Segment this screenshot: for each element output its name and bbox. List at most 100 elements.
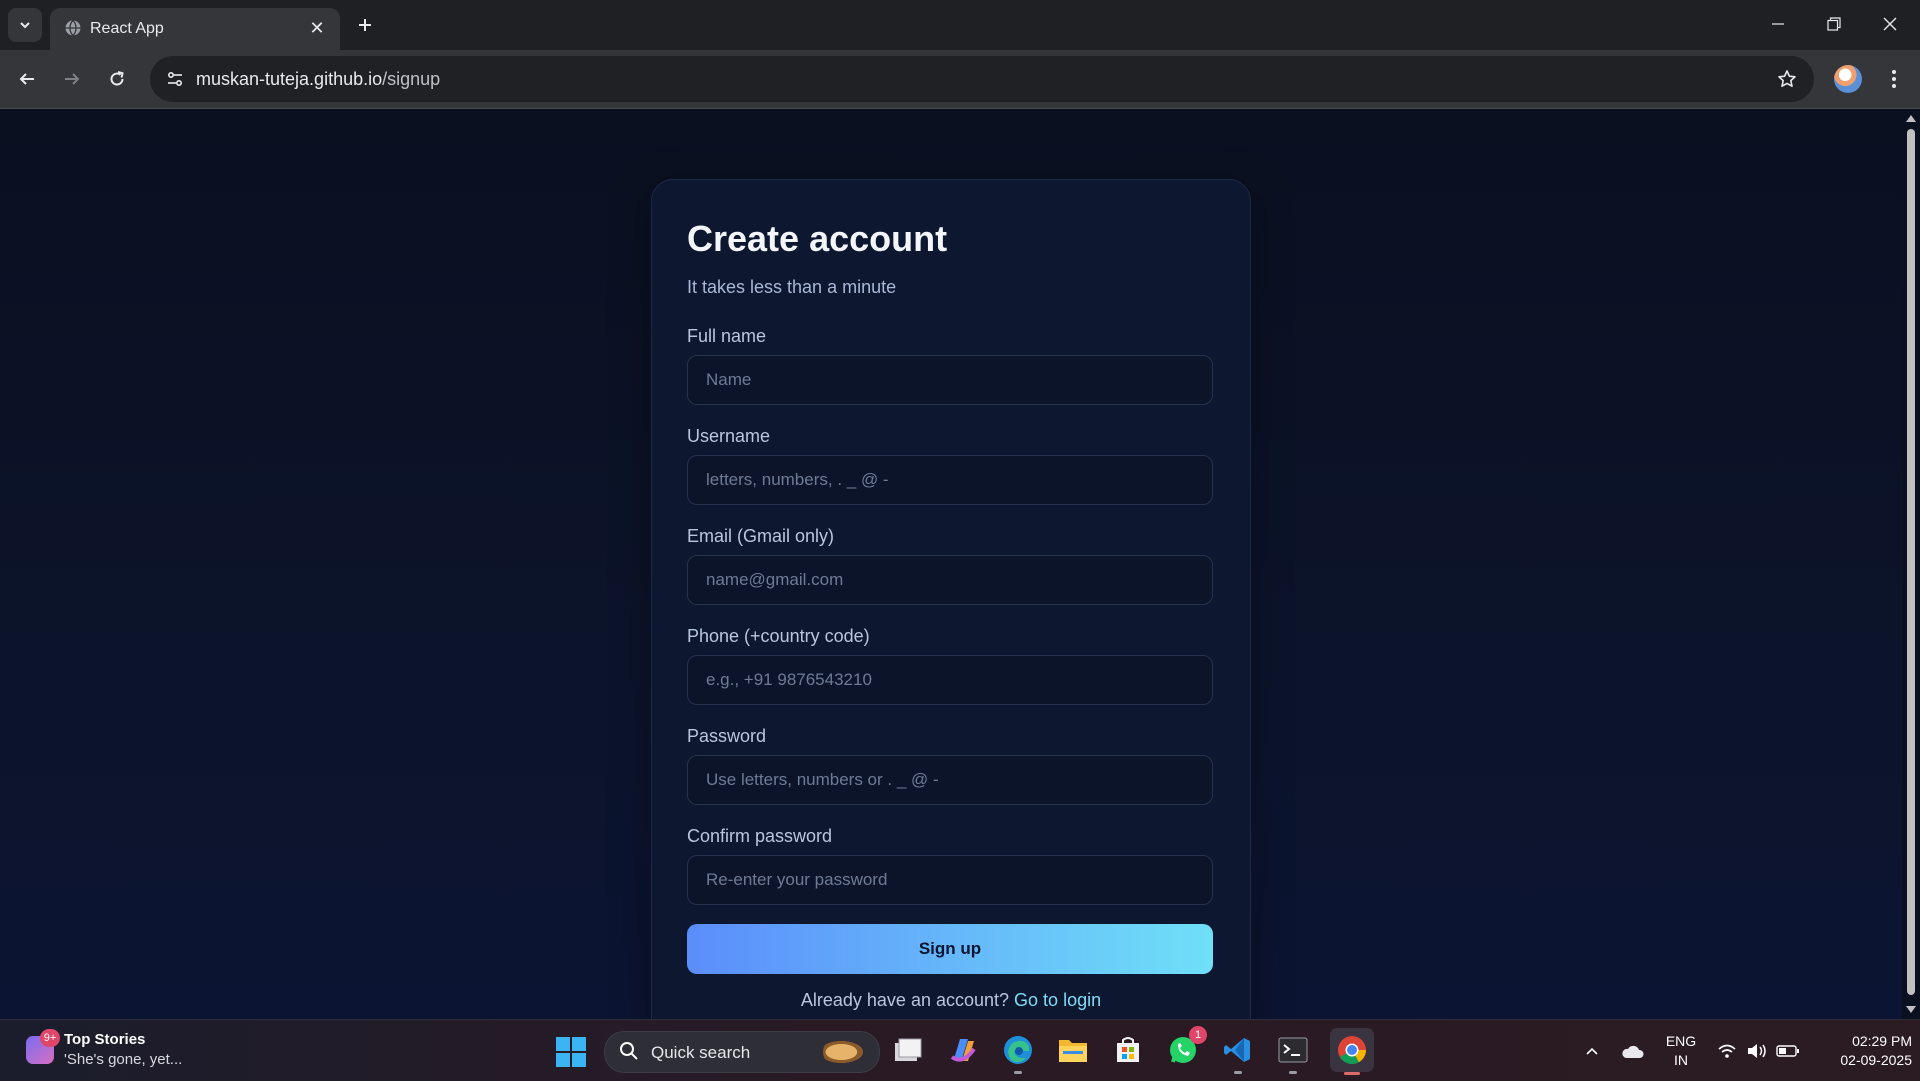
browser-toolbar: muskan-tuteja.github.io/signup (0, 50, 1920, 109)
page-scrollbar[interactable] (1902, 109, 1920, 1019)
running-indicator (1014, 1071, 1022, 1074)
wifi-icon (1718, 1044, 1736, 1058)
copilot-app[interactable] (945, 1032, 981, 1068)
arrow-right-icon (65, 73, 80, 85)
task-view-button[interactable] (890, 1032, 926, 1068)
signup-card: Create account It takes less than a minu… (651, 179, 1251, 1019)
volume-button[interactable] (1744, 1020, 1770, 1081)
back-button[interactable] (10, 62, 44, 96)
more-vertical-icon (1892, 70, 1896, 88)
tune-icon (167, 71, 183, 87)
search-label: Quick search (651, 1043, 751, 1062)
running-indicator (1289, 1071, 1297, 1074)
close-icon (1883, 17, 1897, 31)
cloud-icon (1622, 1045, 1644, 1058)
volume-icon (1748, 1043, 1766, 1058)
address-bar[interactable]: muskan-tuteja.github.io/signup (150, 56, 1814, 102)
microsoft-store-app[interactable] (1110, 1032, 1146, 1068)
star-icon (1778, 70, 1796, 87)
signup-button[interactable]: Sign up (687, 924, 1213, 974)
confirm-password-label: Confirm password (687, 826, 833, 846)
reload-icon (110, 71, 124, 86)
tab-search-button[interactable] (8, 8, 42, 42)
chrome-icon (1338, 1036, 1366, 1064)
full-name-input[interactable] (687, 355, 1213, 405)
copilot-icon (950, 1039, 976, 1062)
profile-avatar[interactable] (1834, 65, 1862, 93)
chrome-app[interactable] (1330, 1028, 1374, 1075)
site-info-button[interactable] (160, 64, 190, 94)
login-prompt: Already have an account? Go to login (652, 990, 1250, 1011)
region-code: IN (1674, 1052, 1688, 1068)
windows-logo-icon (556, 1037, 570, 1051)
search-icon (620, 1042, 638, 1060)
page-subtitle: It takes less than a minute (687, 277, 897, 297)
phone-input[interactable] (687, 655, 1213, 705)
news-badge: 9+ (40, 1029, 60, 1047)
taskbar-search[interactable]: Quick search (604, 1031, 880, 1073)
full-name-label: Full name (687, 326, 767, 346)
email-label: Email (Gmail only) (687, 526, 835, 546)
store-icon (1117, 1037, 1139, 1062)
browser-menu-button[interactable] (1880, 63, 1908, 95)
scroll-up-arrow-icon[interactable] (1906, 115, 1916, 122)
chevron-up-icon (1586, 1047, 1598, 1055)
edge-app[interactable] (1000, 1032, 1036, 1074)
terminal-app[interactable] (1275, 1032, 1311, 1074)
system-clock[interactable]: 02:29 PM 02-09-2025 (1812, 1032, 1912, 1070)
language-code: ENG (1665, 1033, 1697, 1049)
running-indicator (1234, 1071, 1242, 1074)
email-input[interactable] (687, 555, 1213, 605)
browser-tab-bar: React App ✕ (0, 0, 1920, 50)
new-tab-button[interactable] (352, 12, 378, 38)
edge-icon (1004, 1036, 1032, 1064)
whatsapp-app[interactable]: 1 (1165, 1026, 1207, 1068)
news-headline: 'She's gone, yet... (64, 1051, 183, 1068)
show-hidden-icons-button[interactable] (1580, 1020, 1604, 1081)
battery-button[interactable] (1774, 1020, 1802, 1081)
url-path: /signup (382, 69, 441, 89)
url-host: muskan-tuteja.github.io (196, 69, 383, 89)
restore-button[interactable] (1806, 0, 1862, 48)
file-explorer-app[interactable] (1055, 1032, 1091, 1068)
vscode-app[interactable] (1220, 1032, 1256, 1074)
start-button[interactable] (556, 1037, 586, 1067)
bookmark-button[interactable] (1774, 66, 1800, 92)
chevron-down-icon (20, 22, 30, 29)
onedrive-button[interactable] (1618, 1020, 1646, 1081)
search-highlight-icon (823, 1038, 869, 1066)
password-input[interactable] (687, 755, 1213, 805)
windows-logo-icon (572, 1037, 586, 1051)
scroll-down-arrow-icon[interactable] (1906, 1006, 1916, 1013)
windows-taskbar: 9+ Top Stories 'She's gone, yet... Quick… (0, 1019, 1920, 1081)
reload-button[interactable] (100, 62, 134, 96)
language-indicator[interactable]: ENG IN (1660, 1032, 1702, 1070)
browser-tab[interactable]: React App ✕ (50, 8, 340, 50)
phone-label: Phone (+country code) (687, 626, 870, 646)
scrollbar-thumb[interactable] (1907, 129, 1915, 995)
news-widget[interactable]: 9+ Top Stories 'She's gone, yet... (22, 1028, 222, 1072)
globe-icon (65, 20, 81, 37)
task-view-icon (895, 1038, 922, 1061)
windows-logo-icon (572, 1053, 586, 1067)
minimize-button[interactable] (1750, 0, 1806, 48)
whatsapp-badge: 1 (1189, 1026, 1207, 1044)
confirm-password-input[interactable] (687, 855, 1213, 905)
wifi-button[interactable] (1714, 1020, 1740, 1081)
vscode-icon (1224, 1038, 1250, 1062)
go-to-login-link[interactable]: Go to login (1014, 990, 1101, 1010)
active-indicator (1344, 1072, 1360, 1075)
close-tab-icon[interactable]: ✕ (306, 17, 328, 39)
close-window-button[interactable] (1862, 0, 1918, 48)
news-title: Top Stories (64, 1031, 146, 1048)
terminal-icon (1278, 1037, 1308, 1063)
folder-icon (1059, 1040, 1087, 1062)
page-title: Create account (687, 218, 948, 259)
clock-time: 02:29 PM (1852, 1033, 1912, 1049)
username-label: Username (687, 426, 771, 446)
url-text: muskan-tuteja.github.io/signup (196, 69, 440, 90)
username-input[interactable] (687, 455, 1213, 505)
forward-button[interactable] (55, 62, 89, 96)
password-label: Password (687, 726, 767, 746)
windows-logo-icon (556, 1053, 570, 1067)
